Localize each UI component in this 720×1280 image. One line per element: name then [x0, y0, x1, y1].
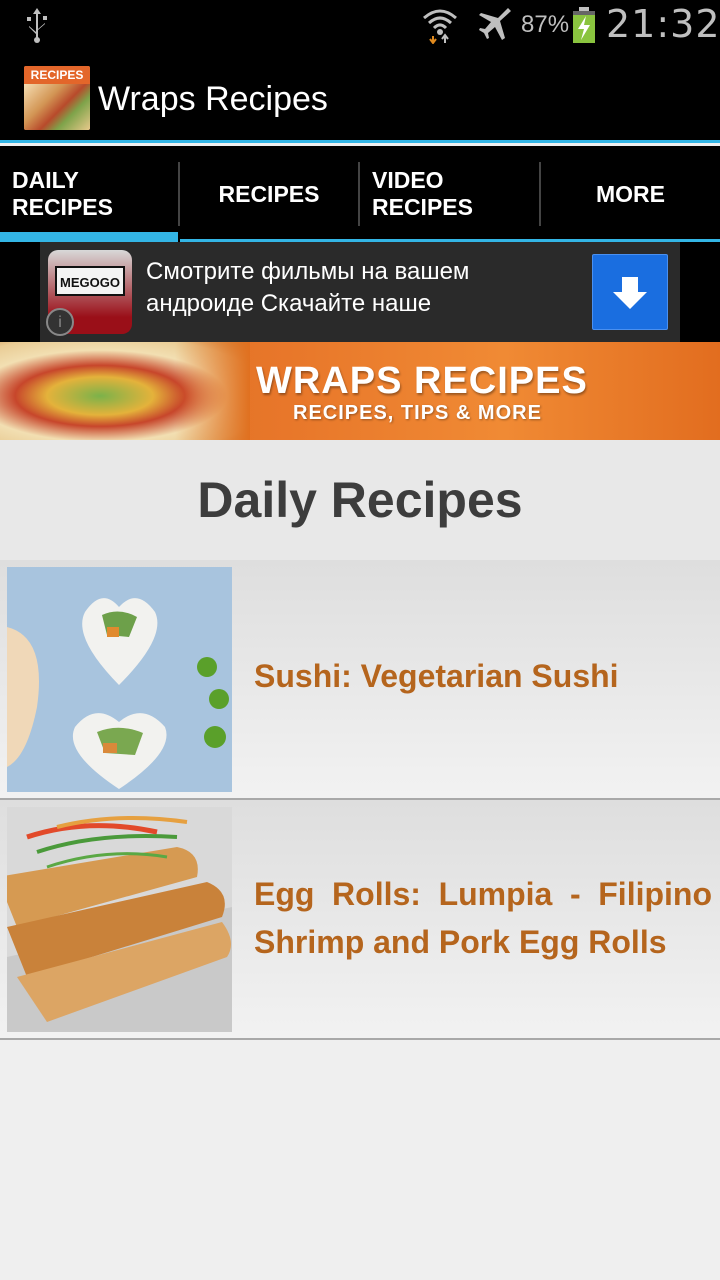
selected-tab-indicator: [0, 232, 178, 242]
tab-label-line1: DAILY: [12, 167, 79, 193]
ad-content[interactable]: MEGOGO i Смотрите фильмы на вашем андрои…: [40, 242, 680, 342]
airplane-mode-icon: [479, 8, 511, 40]
app-icon-label: RECIPES: [24, 66, 90, 84]
clock: 21:32: [606, 2, 720, 46]
battery-percentage: 87%: [521, 11, 570, 38]
recipe-thumbnail: [7, 567, 232, 792]
app-title: Wraps Recipes: [98, 80, 328, 118]
recipe-title: Egg Rolls: Lumpia - Filipino Shrimp and …: [254, 876, 712, 960]
tab-label-line2: RECIPES: [12, 194, 113, 220]
battery-charging-icon: [573, 7, 595, 43]
banner-title: WRAPS RECIPES: [256, 360, 588, 402]
ad-brand: MEGOGO: [55, 266, 125, 296]
wifi-icon: [423, 9, 457, 44]
tab-daily-recipes[interactable]: DAILY RECIPES: [0, 146, 178, 242]
tab-recipes[interactable]: RECIPES: [180, 146, 358, 242]
tab-label: MORE: [596, 180, 665, 207]
tab-bar: DAILY RECIPES RECIPES VIDEO RECIPES MORE: [0, 146, 720, 242]
tab-label-line2: RECIPES: [372, 194, 473, 220]
ad-text: Смотрите фильмы на вашем андроиде Скачай…: [146, 258, 470, 317]
action-bar-divider: [0, 140, 720, 143]
recipe-title: Sushi: Vegetarian Sushi: [254, 658, 619, 694]
recipe-thumbnail: [7, 807, 232, 1032]
section-title: Daily Recipes: [0, 440, 720, 560]
tab-label: RECIPES: [218, 180, 320, 207]
app-icon-food-image: [24, 84, 90, 130]
download-icon: [613, 277, 647, 309]
recipe-list-item[interactable]: Sushi: Vegetarian Sushi: [0, 560, 720, 800]
action-bar: RECIPES Wraps Recipes: [0, 50, 720, 143]
app-icon[interactable]: RECIPES: [24, 66, 90, 130]
banner-subtitle: RECIPES, TIPS & MORE: [293, 402, 542, 424]
wrap-image: [0, 342, 250, 440]
status-bar: 87% 21:32: [0, 0, 720, 50]
tab-more[interactable]: MORE: [541, 146, 720, 242]
sushi-image: [7, 567, 232, 792]
ad-banner[interactable]: MEGOGO i Смотрите фильмы на вашем андрои…: [0, 242, 720, 342]
egg-rolls-image: [7, 807, 232, 1032]
recipe-list-item[interactable]: Egg Rolls: Lumpia - Filipino Shrimp and …: [0, 800, 720, 1040]
download-button[interactable]: [592, 254, 668, 330]
info-icon[interactable]: i: [46, 308, 74, 336]
tab-label-line1: VIDEO: [372, 167, 444, 193]
tab-video-recipes[interactable]: VIDEO RECIPES: [360, 146, 538, 242]
header-banner: WRAPS RECIPES RECIPES, TIPS & MORE: [0, 342, 720, 440]
usb-icon: [27, 8, 47, 43]
